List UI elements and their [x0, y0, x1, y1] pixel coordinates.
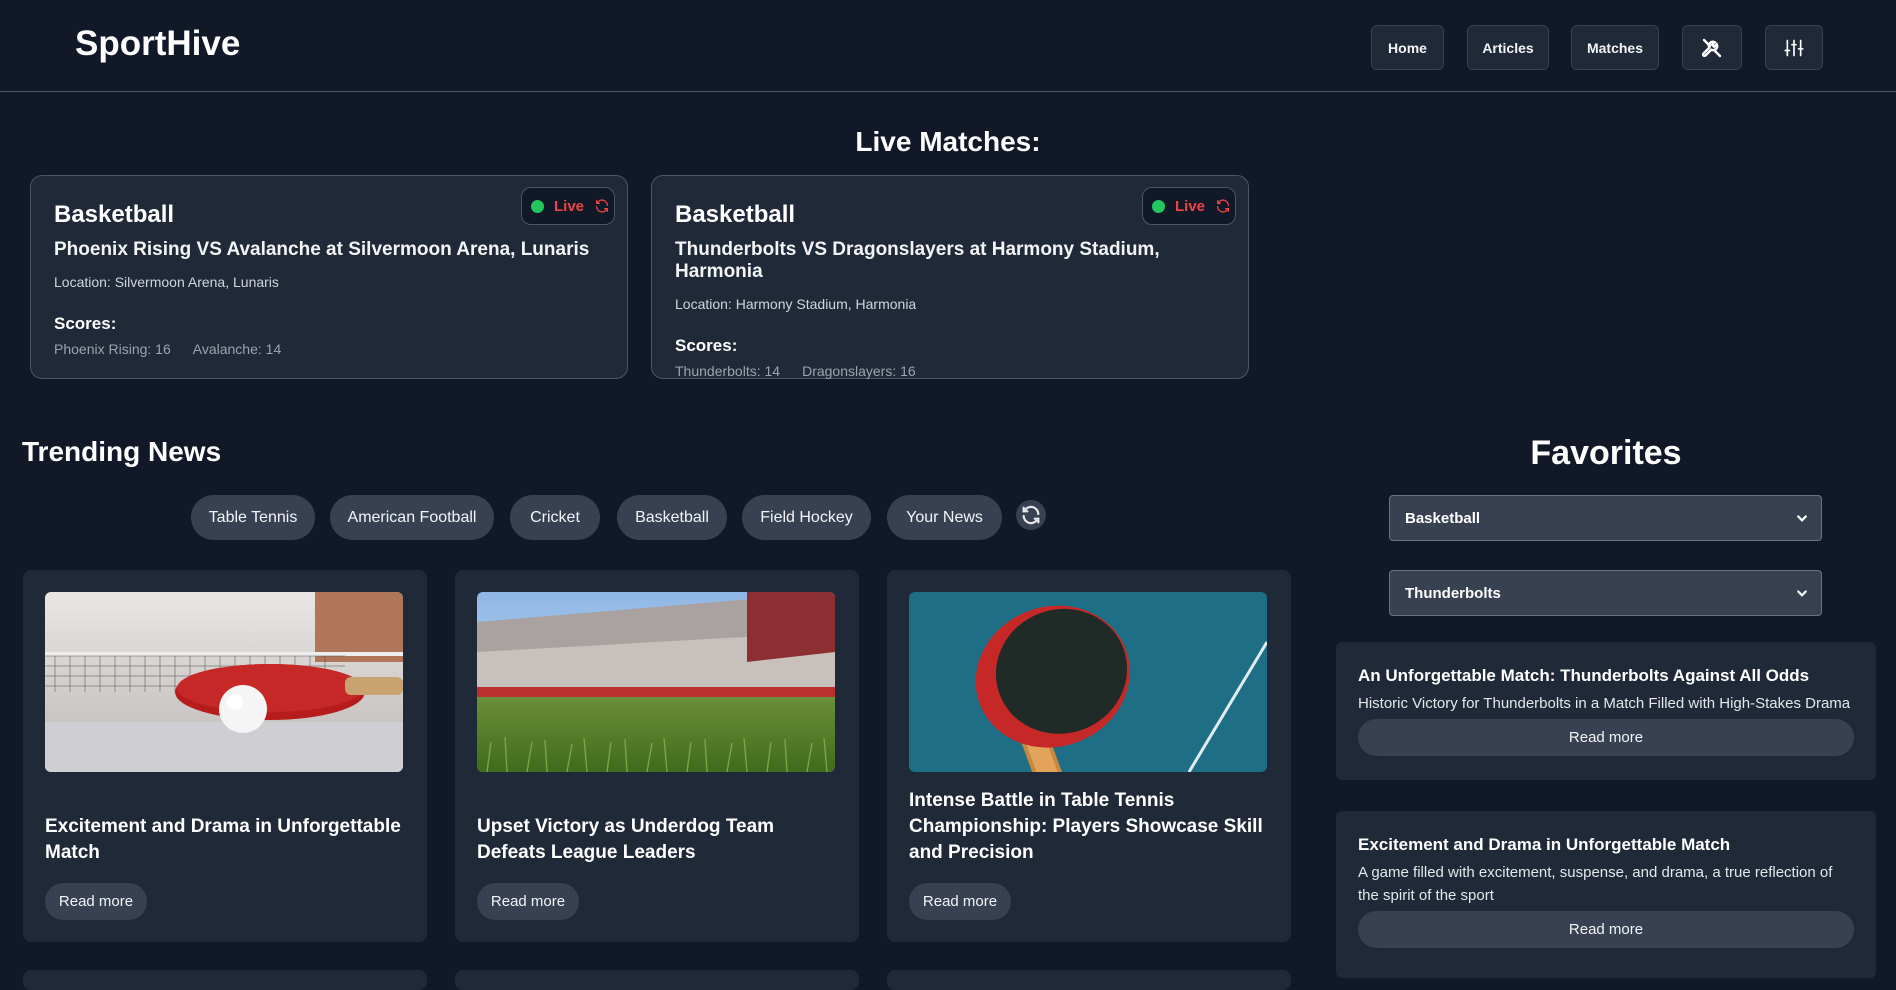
tools-icon: [1701, 38, 1722, 57]
news-card[interactable]: Intense Battle in Table Tennis Champions…: [887, 570, 1291, 942]
news-card-partial: [887, 970, 1291, 990]
filter-your-news[interactable]: Your News: [887, 495, 1002, 540]
refresh-icon[interactable]: [594, 198, 610, 214]
scores-label: Scores:: [54, 314, 117, 333]
favorite-sport-select[interactable]: Basketball: [1389, 495, 1822, 541]
news-card[interactable]: Upset Victory as Underdog Team Defeats L…: [455, 570, 859, 942]
nav-articles-button[interactable]: Articles: [1467, 25, 1549, 70]
header: SportHive Home Articles Matches: [0, 0, 1896, 92]
favorites-title: Favorites: [1530, 434, 1682, 472]
filter-field-hockey[interactable]: Field Hockey: [742, 495, 871, 540]
tools-button[interactable]: [1682, 25, 1742, 70]
favorite-article-title[interactable]: An Unforgettable Match: Thunderbolts Aga…: [1358, 666, 1854, 686]
live-badge[interactable]: Live: [1142, 187, 1236, 225]
favorite-article-desc: Historic Victory for Thunderbolts in a M…: [1358, 695, 1851, 712]
news-card[interactable]: Excitement and Drama in Unforgettable Ma…: [23, 570, 427, 942]
filter-table-tennis[interactable]: Table Tennis: [191, 495, 315, 540]
read-more-button[interactable]: Read more: [909, 883, 1011, 920]
scores-label: Scores:: [675, 336, 738, 355]
read-more-button[interactable]: Read more: [1358, 719, 1854, 756]
live-matches-title: Live Matches:: [855, 126, 1041, 157]
read-more-button[interactable]: Read more: [477, 883, 579, 920]
live-indicator-dot: [531, 199, 544, 213]
nav-matches-button[interactable]: Matches: [1571, 25, 1659, 70]
live-match-card[interactable]: Basketball Phoenix Rising VS Avalanche a…: [30, 175, 628, 379]
score-away: Dragonslayers: 16: [802, 363, 916, 379]
match-scores: Phoenix Rising: 16 Avalanche: 14: [54, 341, 604, 357]
live-label: Live: [1175, 197, 1206, 215]
nav-home-button[interactable]: Home: [1371, 25, 1444, 70]
match-location: Location: Harmony Stadium, Harmonia: [675, 296, 917, 312]
favorite-team-select[interactable]: Thunderbolts: [1389, 570, 1822, 616]
read-more-button[interactable]: Read more: [1358, 911, 1854, 948]
filter-american-football[interactable]: American Football: [330, 495, 494, 540]
selected-team: Thunderbolts: [1405, 584, 1501, 602]
match-scores: Thunderbolts: 14 Dragonslayers: 16: [675, 363, 1225, 379]
chevron-down-icon: [1797, 590, 1807, 597]
news-card-partial: [23, 970, 427, 990]
live-match-card[interactable]: Basketball Thunderbolts VS Dragonslayers…: [651, 175, 1249, 379]
logo[interactable]: SportHive: [75, 24, 240, 64]
news-image-paddle-blue-table[interactable]: [909, 592, 1267, 772]
refresh-news-button[interactable]: [1016, 500, 1046, 530]
refresh-icon[interactable]: [1215, 198, 1231, 214]
news-image-table-tennis-paddle[interactable]: [45, 592, 403, 772]
match-title: Phoenix Rising VS Avalanche at Silvermoo…: [54, 239, 590, 260]
score-home: Phoenix Rising: 16: [54, 341, 171, 357]
sliders-icon: [1784, 39, 1804, 56]
chevron-down-icon: [1797, 515, 1807, 522]
trending-news-title: Trending News: [22, 436, 222, 467]
match-title: Thunderbolts VS Dragonslayers at Harmony…: [675, 239, 1160, 282]
score-away: Avalanche: 14: [192, 341, 282, 357]
news-card-partial: [455, 970, 859, 990]
selected-sport: Basketball: [1405, 509, 1481, 527]
live-badge[interactable]: Live: [521, 187, 615, 225]
favorite-article-title[interactable]: Excitement and Drama in Unforgettable Ma…: [1358, 835, 1854, 855]
read-more-button[interactable]: Read more: [45, 883, 147, 920]
favorite-article-card[interactable]: An Unforgettable Match: Thunderbolts Aga…: [1336, 642, 1876, 780]
filter-cricket[interactable]: Cricket: [510, 495, 600, 540]
news-title[interactable]: Intense Battle in Table Tennis Champions…: [909, 788, 1269, 866]
score-home: Thunderbolts: 14: [675, 363, 781, 379]
live-label: Live: [554, 197, 585, 215]
news-image-stadium-grass[interactable]: [477, 592, 835, 772]
favorite-article-card[interactable]: Excitement and Drama in Unforgettable Ma…: [1336, 811, 1876, 978]
refresh-icon: [1022, 505, 1040, 525]
match-location: Location: Silvermoon Arena, Lunaris: [54, 274, 279, 290]
filter-basketball[interactable]: Basketball: [617, 495, 727, 540]
favorite-article-desc: A game filled with excitement, suspense,…: [1358, 864, 1833, 904]
settings-button[interactable]: [1765, 25, 1823, 70]
news-title[interactable]: Upset Victory as Underdog Team Defeats L…: [477, 814, 837, 866]
news-title[interactable]: Excitement and Drama in Unforgettable Ma…: [45, 814, 405, 866]
live-indicator-dot: [1152, 199, 1165, 213]
